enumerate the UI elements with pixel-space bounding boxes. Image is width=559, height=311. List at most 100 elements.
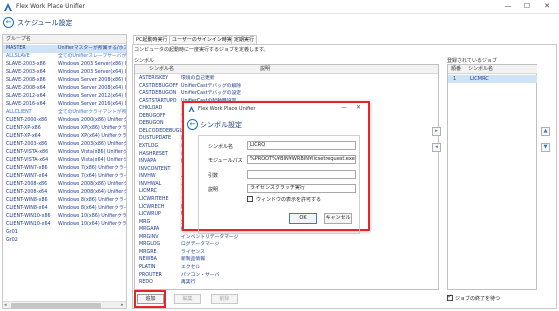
check-icon: ✓ [447, 293, 453, 300]
dialog-minimize-button[interactable]: — [341, 104, 347, 111]
edit-button[interactable]: 編集 [174, 294, 201, 304]
group-name: ALLCLIENT [6, 110, 32, 115]
tab-signin[interactable]: ユーザーのサインイン時実行 [169, 35, 240, 44]
back-arrow-icon[interactable]: ← [3, 17, 14, 28]
symbol-name: CASTDEBUGON [139, 91, 177, 97]
group-row[interactable]: CLIENT-WIN10-x64 Windows 10(x64) Unifierク… [3, 221, 126, 229]
group-row[interactable]: CLIENT-WIN7-x64 Windows 7(x64) Unifierクライ… [3, 173, 126, 181]
group-name: Gr02 [6, 238, 18, 243]
symbol-row[interactable]: REDO 再実行 [135, 279, 438, 287]
symbol-row[interactable]: ASTERISKEY 環境の自己更新 [135, 75, 438, 83]
symbol-row[interactable]: CASTDEBUGOFF UnifierCastデバッグの解除 [135, 83, 438, 91]
group-row[interactable]: SLAVE-2012-x64 Windows Server 2012(x64) U… [3, 93, 127, 101]
symbol-row[interactable]: MRGINV インベントリデータマージ [135, 234, 438, 242]
group-row[interactable]: CLIENT-WIN10-x86 Windows 10(x86) Unifierク… [3, 213, 126, 221]
symbol-description: 再実行 [181, 280, 196, 286]
symbol-name: REDO [139, 280, 153, 286]
allow-window-checkbox[interactable] [247, 196, 253, 202]
cancel-button[interactable]: キャンセル [324, 213, 352, 224]
column-header-order[interactable]: 順番 [451, 65, 461, 74]
symbol-name: DEBUGON [139, 121, 164, 127]
group-row[interactable]: Gr02 [3, 237, 126, 245]
ok-button[interactable]: OK [289, 213, 317, 224]
group-name: MASTER [6, 46, 26, 51]
group-list[interactable]: グループ名 MASTER Unifierマスターが所属する/ホスト ALLSLAVE… [2, 34, 127, 309]
symbol-row[interactable]: MRGRE ライセンス [135, 249, 438, 257]
symbol-name-input[interactable]: LICRQ [247, 141, 356, 150]
symbol-row[interactable]: NEWBA 新製品情報 [135, 256, 438, 264]
symbol-name: LICWRECH [139, 204, 165, 210]
add-to-jobs-arrow-icon[interactable]: ▸ [432, 127, 441, 136]
group-row[interactable]: ALLCLIENT 全てのUnifierクライアントが所属する [3, 109, 126, 117]
remove-from-jobs-arrow-icon[interactable]: ◂ [432, 143, 441, 152]
group-description: Windows Vista(x64) Unifierクライ [58, 158, 126, 163]
group-row[interactable]: CLIENT-2003-x86 Windows 2003(x86) Unifier… [3, 141, 126, 149]
group-row[interactable]: SLAVE-2003-x86 Windows 2003 Server(x86) U… [3, 61, 126, 69]
group-row[interactable]: MASTER Unifierマスターが所属する/ホスト [3, 45, 127, 53]
symbol-row[interactable]: CASTDEBUGON UnifierCastデバッグの設定 [135, 90, 438, 98]
dialog-close-button[interactable]: ✕ [356, 104, 361, 111]
group-row[interactable]: CLIENT-WIN8-x64 Windows 8(x64) Unifierクライ… [3, 205, 127, 213]
dialog-back-arrow-icon[interactable]: ← [187, 119, 198, 130]
group-description: Windows Server 2016(x64) Unif [58, 102, 127, 107]
group-description: Windows 7(x86) Unifierクライア [58, 166, 127, 171]
group-row[interactable]: CLIENT-2008-x86 Windows 2008(x86) Unifier… [3, 181, 126, 189]
scroll-left-icon[interactable]: ◂ [4, 302, 7, 308]
description-input[interactable]: ライセンスクラッチ実行 [247, 184, 356, 193]
group-description: Windows Server 2012(x64) Unif [58, 94, 127, 99]
scrollbar-thumb[interactable] [11, 303, 101, 308]
group-row[interactable]: SLAVE-2008-x86 Windows Server 2008(x86) U… [3, 77, 126, 85]
close-button[interactable]: ✕ [538, 1, 556, 12]
group-row[interactable]: CLIENT-XP-x64 Windows XP(x64) Unifierクライア [3, 133, 126, 141]
arguments-input[interactable] [247, 170, 356, 179]
group-name: SLAVE-2012-x64 [6, 94, 46, 99]
column-header-job-symbol[interactable]: シンボル名 [468, 65, 493, 74]
move-down-arrow-icon[interactable]: ▼ [541, 143, 550, 152]
group-name: Gr01 [6, 230, 18, 235]
maximize-button[interactable]: ☐ [518, 1, 536, 12]
job-list[interactable]: 順番 シンボル名 1 LICMRC [447, 64, 537, 290]
group-row[interactable]: CLIENT-VISTA-x64 Windows Vista(x64) Unifi… [3, 157, 126, 165]
group-description: Windows 8(x64) Unifierクライア [58, 206, 127, 211]
group-row[interactable]: SLAVE-2003-x64 Windows 2003 Server(x64) U… [3, 69, 126, 77]
group-name: ALLSLAVE [6, 54, 30, 59]
description-label: 説明 [208, 187, 219, 193]
group-row[interactable]: Gr01 [3, 229, 126, 237]
tab-periodic[interactable]: 定期実行 [231, 35, 258, 44]
group-row[interactable]: ALLSLAVE 全てのUnifierスレーブサーバが所属 [3, 53, 126, 61]
group-name: CLIENT-2003-x86 [6, 142, 48, 147]
column-header-symbol[interactable]: シンボル名 [149, 65, 174, 74]
group-row[interactable]: CLIENT-2008-x64 Windows 2008(x64) Unifier… [3, 189, 126, 197]
symbol-name: MRGLOG [139, 242, 161, 248]
symbol-row[interactable]: PROUTER パソコン・サーバ [135, 272, 438, 280]
symbol-name-label: シンボル名 [208, 144, 234, 150]
group-row[interactable]: CLIENT-WIN8-x86 Windows 8(x86) Unifierクライ… [3, 197, 126, 205]
job-row[interactable]: 1 LICMRC [448, 75, 537, 83]
symbols-label: シンボル [134, 58, 155, 64]
add-button[interactable]: 追加 [137, 294, 164, 304]
group-row[interactable]: CLIENT-2000-x86 Windows 2000(x86) Unifier… [3, 117, 126, 125]
delete-button[interactable]: 削除 [211, 294, 238, 304]
group-row[interactable]: SLAVE-2016-x64 Windows Server 2016(x64) U… [3, 101, 127, 109]
module-path-label: モジュールパス [208, 158, 243, 164]
group-list-header: グループ名 [3, 35, 126, 44]
column-header-description[interactable]: 説明 [260, 65, 270, 74]
symbol-name: MRGRE [139, 249, 157, 255]
symbol-name: CASTSTARTUPO [139, 98, 177, 104]
group-row[interactable]: CLIENT-WIN7-x86 Windows 7(x86) Unifierクライ… [3, 165, 127, 173]
minimize-button[interactable]: — [499, 1, 517, 12]
move-up-arrow-icon[interactable]: ▲ [541, 127, 550, 136]
group-row[interactable]: SLAVE-2008-x64 Windows Server 2008(x64) U… [3, 85, 126, 93]
group-description: Unifierマスターが所属する/ホスト [58, 46, 127, 51]
group-description: Windows 2003(x86) Unifierクライ [58, 142, 126, 147]
group-horizontal-scrollbar[interactable]: ◂ ▸ [3, 301, 126, 308]
symbol-name: CASTDEBUGOFF [139, 83, 179, 89]
symbol-name: INVCONTENT [139, 166, 171, 172]
group-row[interactable]: CLIENT-XP-x86 Windows XP(x86) Unifierクライア [3, 125, 126, 133]
symbol-row[interactable]: PLATIN エクセル [135, 264, 438, 272]
module-path-input[interactable]: %PROOT%¥BIN¥WRBIN¥licsetrequest.exe [247, 155, 356, 164]
tab-startup[interactable]: PC起動時実行 [133, 35, 171, 44]
symbol-row[interactable]: MRGLOG ログデータマージ [135, 241, 438, 249]
scroll-right-icon[interactable]: ▸ [121, 302, 124, 308]
group-row[interactable]: CLIENT-VISTA-x86 Windows Vista(x86) Unifi… [3, 149, 126, 157]
